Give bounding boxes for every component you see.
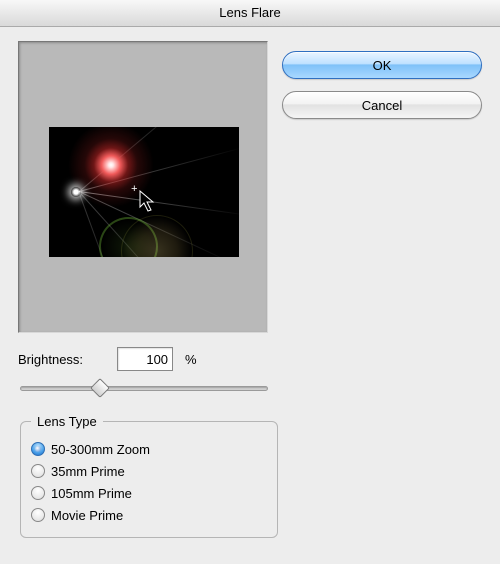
brightness-slider[interactable] [20, 379, 268, 397]
lens-flare-dialog: Lens Flare + [0, 0, 500, 564]
lens-type-option-movie-prime[interactable]: Movie Prime [31, 505, 267, 525]
cancel-button[interactable]: Cancel [282, 91, 482, 119]
lens-type-option-label: Movie Prime [51, 508, 123, 523]
lens-type-legend: Lens Type [31, 414, 103, 429]
lens-type-option-50-300mm-zoom[interactable]: 50-300mm Zoom [31, 439, 267, 459]
lens-type-option-105mm-prime[interactable]: 105mm Prime [31, 483, 267, 503]
brightness-unit: % [179, 352, 197, 367]
brightness-input[interactable] [117, 347, 173, 371]
dialog-titlebar: Lens Flare [0, 0, 500, 27]
lens-type-option-label: 50-300mm Zoom [51, 442, 150, 457]
flare-preview[interactable]: + [18, 41, 268, 333]
brightness-label: Brightness: [18, 352, 111, 367]
lens-type-option-35mm-prime[interactable]: 35mm Prime [31, 461, 267, 481]
dialog-title: Lens Flare [219, 5, 280, 20]
lens-type-radio[interactable] [31, 508, 45, 522]
ok-button[interactable]: OK [282, 51, 482, 79]
lens-type-group: Lens Type 50-300mm Zoom 35mm Prime 105mm… [20, 414, 278, 538]
lens-type-radio[interactable] [31, 442, 45, 456]
lens-type-option-label: 105mm Prime [51, 486, 132, 501]
lens-type-radio[interactable] [31, 486, 45, 500]
lens-type-option-label: 35mm Prime [51, 464, 125, 479]
preview-image[interactable] [49, 127, 239, 257]
lens-type-radio[interactable] [31, 464, 45, 478]
